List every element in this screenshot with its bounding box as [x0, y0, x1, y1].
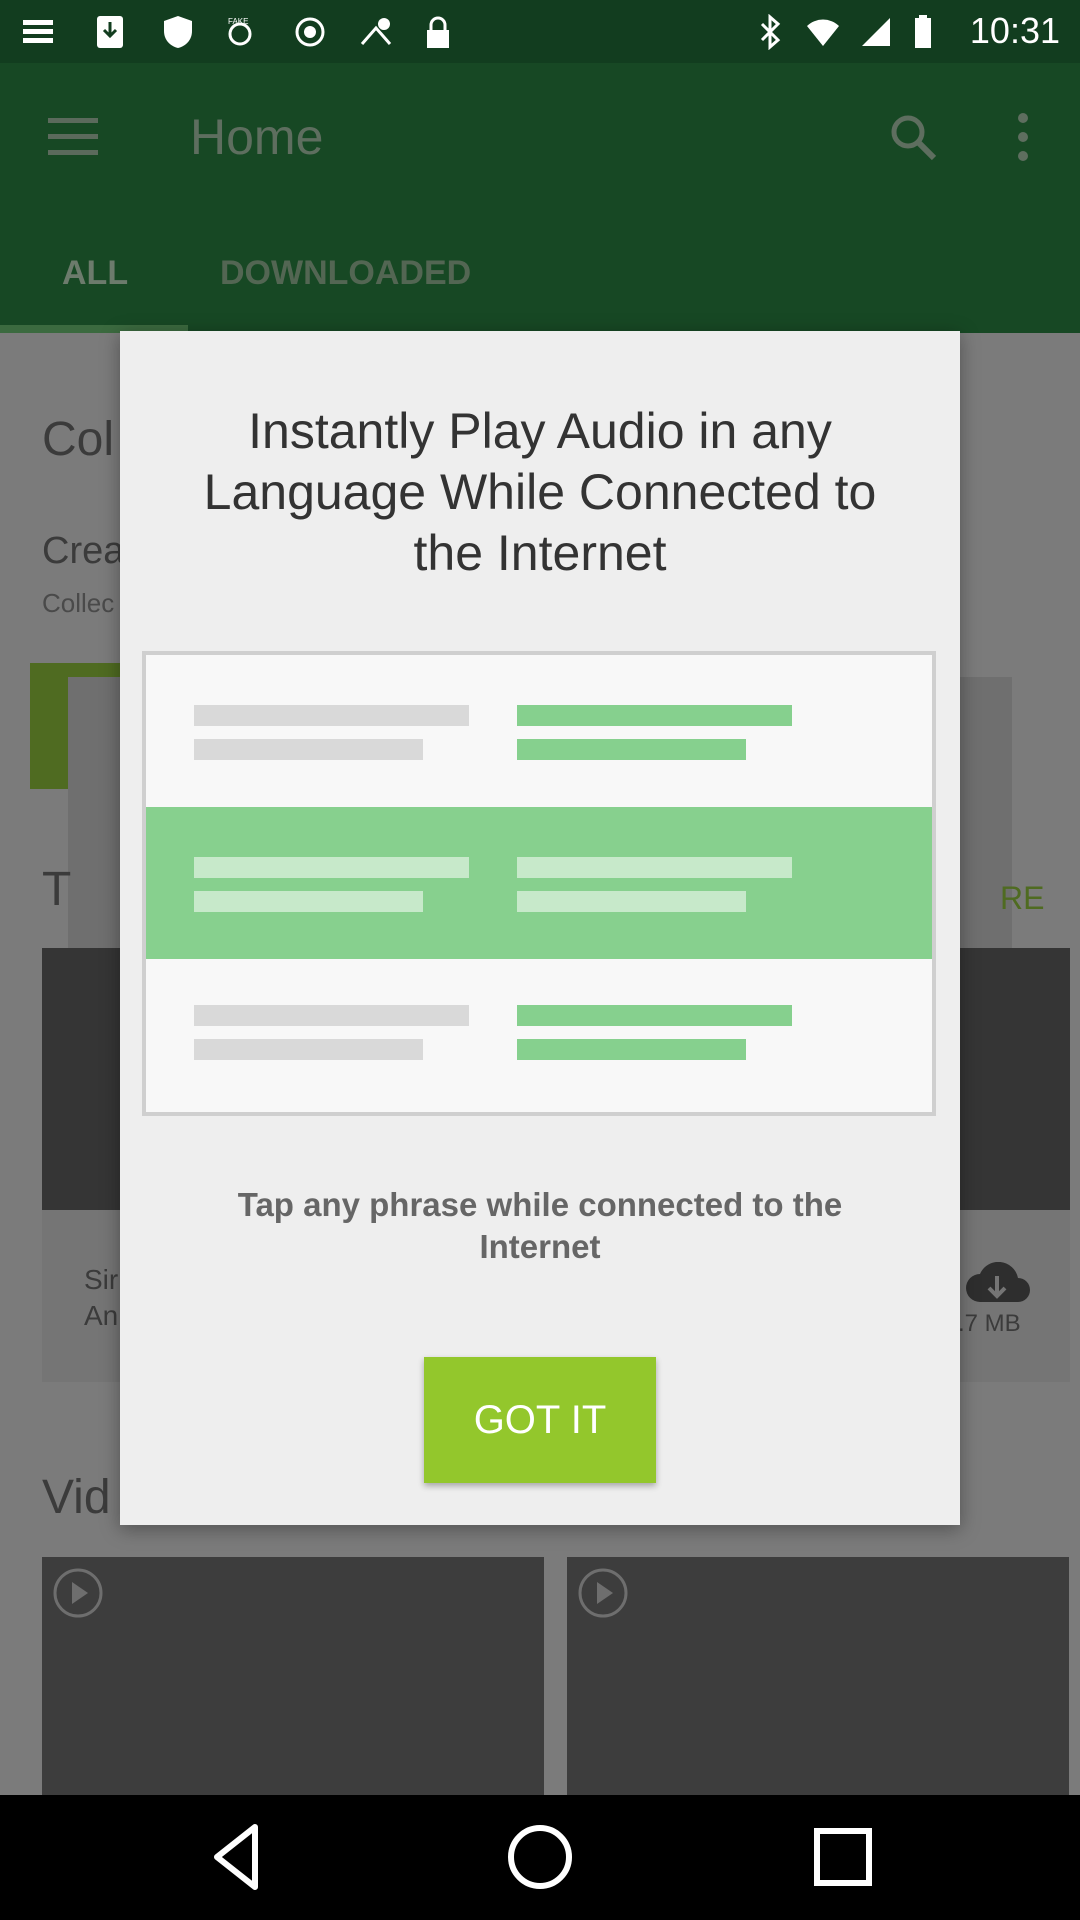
status-time: 10:31 — [969, 10, 1060, 51]
play-icon[interactable] — [577, 1567, 629, 1619]
illustration-bar — [194, 1005, 469, 1026]
section-title: Col — [42, 413, 115, 466]
more-link[interactable]: RE — [1000, 880, 1044, 917]
play-icon[interactable] — [52, 1567, 104, 1619]
lock-icon — [427, 16, 449, 48]
illustration-row — [146, 960, 932, 1112]
illustration-bar — [194, 891, 423, 912]
illustration-bar — [517, 1005, 792, 1026]
battery-icon — [915, 15, 931, 48]
illustration-bar — [194, 705, 469, 726]
video-card[interactable] — [42, 1557, 544, 1795]
tab-downloaded[interactable]: DOWNLOADED — [220, 254, 471, 293]
phrase-list-illustration — [142, 651, 936, 1116]
wifi-icon — [807, 19, 839, 46]
shield-icon — [164, 16, 192, 48]
satellite-icon — [295, 17, 325, 47]
download-icon — [97, 16, 123, 48]
home-icon[interactable] — [500, 1817, 580, 1897]
onboarding-dialog: Instantly Play Audio in any Language Whi… — [120, 331, 960, 1525]
recents-icon[interactable] — [803, 1817, 883, 1897]
section-title-2: T — [42, 863, 72, 916]
wifi-scan-icon — [360, 18, 392, 45]
illustration-row-highlighted — [146, 807, 932, 959]
illustration-bar — [517, 857, 792, 878]
video-card[interactable] — [567, 1557, 1069, 1795]
dialog-message: Tap any phrase while connected to the In… — [237, 1186, 843, 1265]
navigation-bar — [0, 1795, 1080, 1920]
videos-section-title: Vid — [42, 1471, 111, 1524]
lesson-card-text: Sir An — [84, 1264, 119, 1331]
illustration-bar — [194, 857, 469, 878]
tab-all[interactable]: ALL — [62, 254, 128, 293]
signal-icon — [862, 18, 890, 46]
illustration-bar — [517, 1039, 746, 1060]
got-it-button[interactable]: GOT IT — [424, 1357, 656, 1483]
app-bar — [0, 63, 1080, 333]
collection-row-title: Crea — [42, 530, 125, 572]
illustration-bar — [517, 705, 792, 726]
illustration-bar — [194, 1039, 423, 1060]
svg-text:FAKE: FAKE — [228, 17, 248, 26]
lesson-card-size: .7 MB — [958, 1310, 1021, 1337]
illustration-bar — [517, 739, 746, 760]
fake-gps-icon: FAKE — [228, 17, 252, 46]
more-options-icon[interactable] — [1013, 112, 1033, 162]
bluetooth-icon — [760, 14, 781, 50]
status-bar: FAKE 10:31 — [0, 0, 1080, 63]
cloud-download-icon[interactable] — [962, 1262, 1032, 1307]
menu-lines-icon — [23, 20, 53, 43]
illustration-bar — [194, 739, 423, 760]
collection-row-subtitle: Collec — [42, 588, 115, 618]
search-icon[interactable] — [888, 112, 938, 162]
illustration-bar — [517, 891, 746, 912]
page-title: Home — [190, 109, 324, 165]
dialog-title: Instantly Play Audio in any Language Whi… — [203, 403, 877, 581]
menu-icon[interactable] — [48, 118, 98, 158]
back-icon[interactable] — [197, 1817, 277, 1897]
illustration-row — [146, 655, 932, 807]
